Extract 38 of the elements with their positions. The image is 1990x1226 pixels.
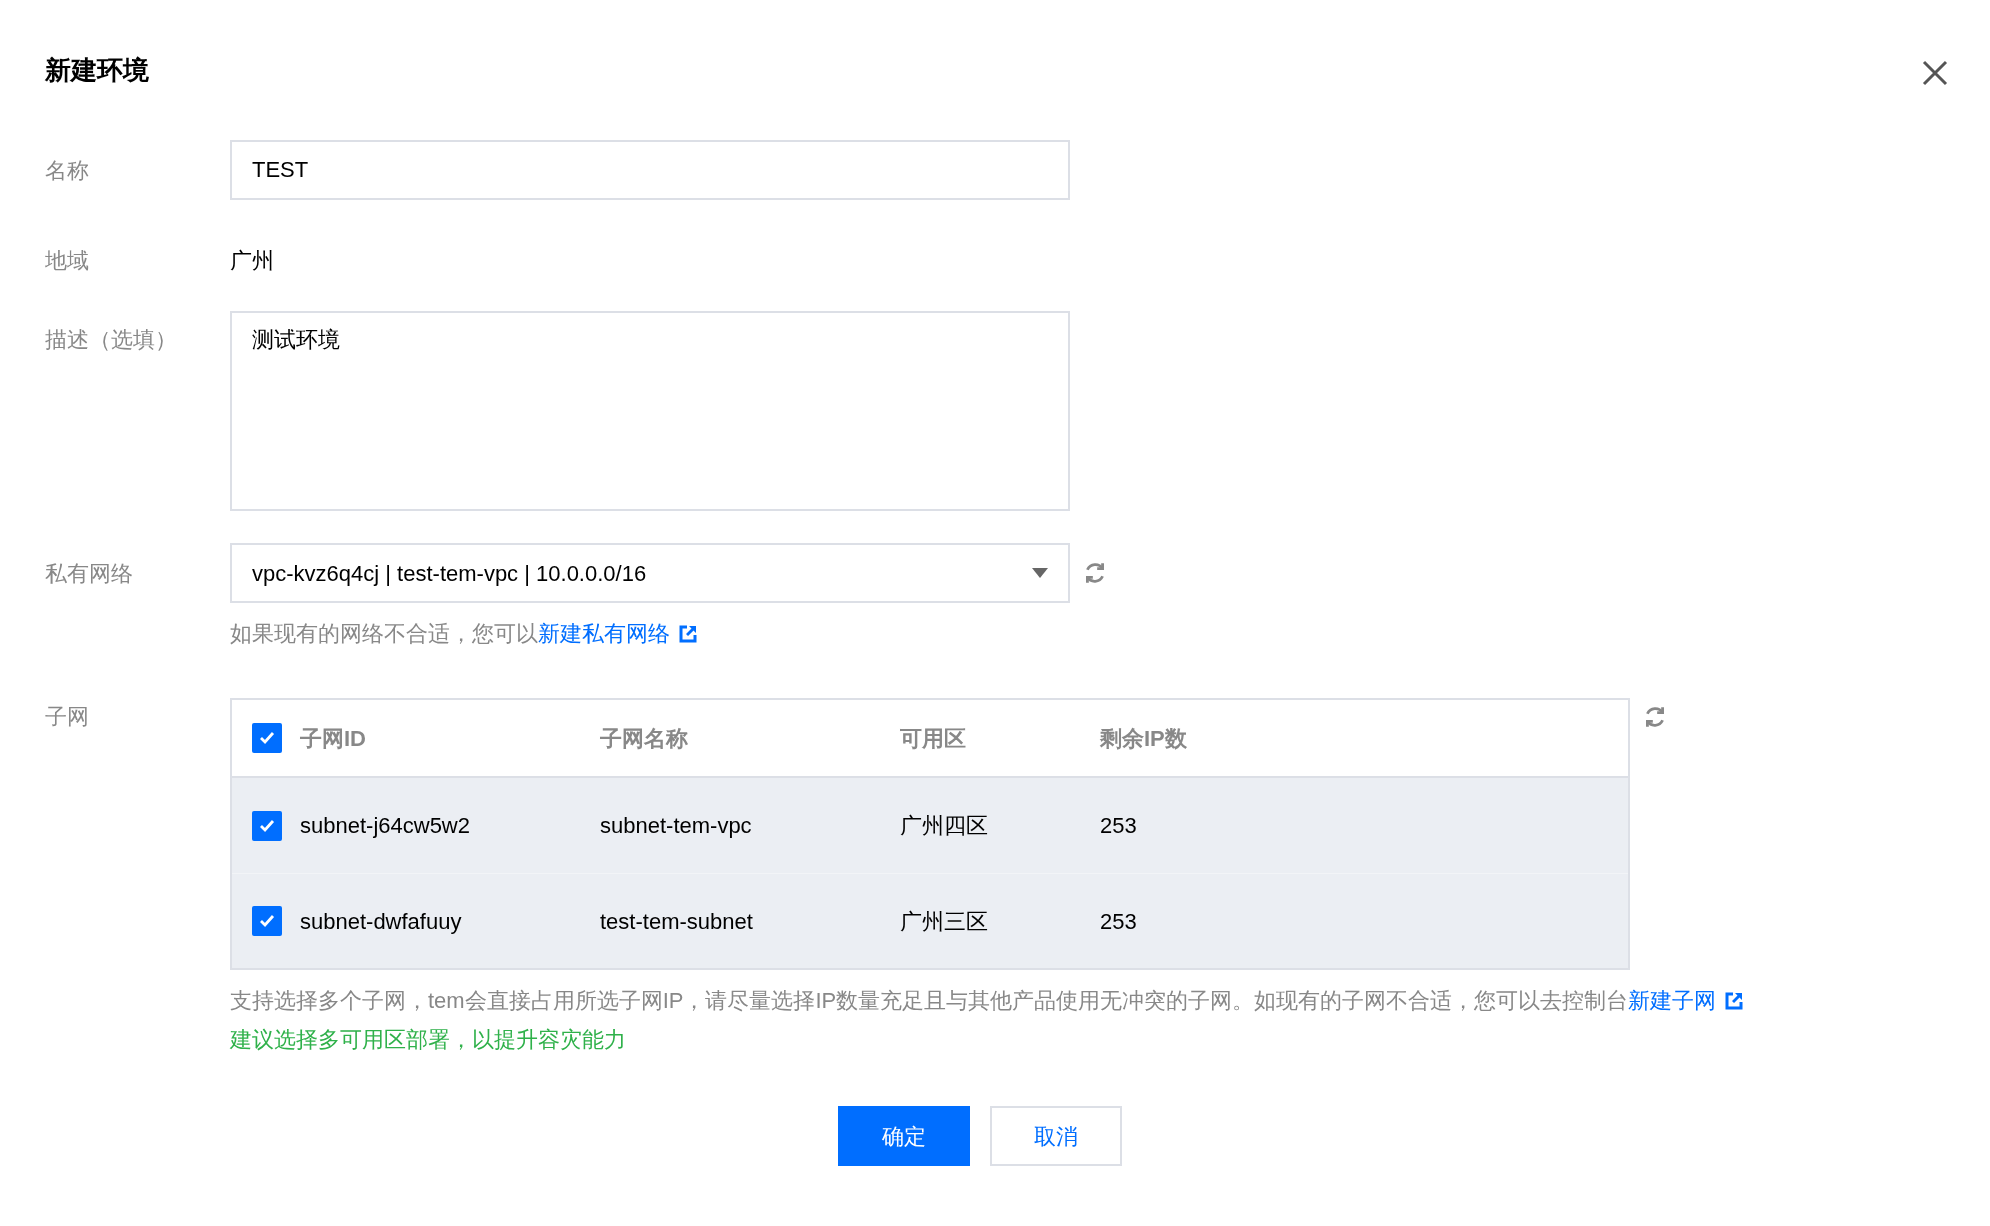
vpc-hint: 如果现有的网络不合适，您可以 [230,620,538,648]
column-header: 子网ID [300,724,367,753]
field-label: 名称 [45,156,90,185]
table-cell-text: subnet-tem-vpc [600,812,753,840]
close-button[interactable] [1920,58,1950,88]
description-textarea[interactable]: 测试环境 [230,311,1070,511]
table-cell-text: 253 [1100,907,1138,936]
column-header: 可用区 [900,724,967,753]
table-row[interactable]: subnet-dwfafuuy test-tem-subnet 广州三区 253 [232,873,1628,968]
checkbox[interactable] [252,723,282,753]
region-value: 广州 [230,247,274,275]
subnet-tip: 建议选择多可用区部署，以提升容灾能力 [230,1026,627,1054]
table-cell-text: 广州四区 [900,812,989,840]
external-link-icon[interactable] [1724,990,1745,1011]
confirm-button[interactable]: 确定 [838,1106,970,1166]
table-cell-text: subnet-j64cw5w2 [300,812,471,840]
checkbox[interactable] [252,906,282,936]
field-label: 子网 [45,703,90,731]
cancel-button[interactable]: 取消 [990,1106,1122,1166]
name-input[interactable]: TEST [230,140,1070,200]
field-label: 描述（选填） [45,326,178,354]
table-cell-text: 广州三区 [900,907,989,936]
external-link-icon[interactable] [678,623,698,644]
column-header: 子网名称 [600,724,689,753]
create-subnet-link[interactable]: 新建子网 [1628,984,1717,1017]
subnet-hint: 支持选择多个子网，tem会直接占用所选子网IP，请尽量选择IP数量充足且与其他产品使用无冲突的子网。如现有的子网不合适，您可以去控制台 [230,987,1629,1015]
checkbox[interactable] [252,810,282,841]
table-cell-text: test-tem-subnet [600,907,754,936]
create-vpc-link[interactable]: 新建私有网络 [538,617,670,650]
column-header: 剩余IP数 [1100,724,1188,753]
table-row[interactable]: subnet-j64cw5w2 subnet-tem-vpc 广州四区 253 [232,778,1628,873]
field-label: 私有网络 [45,559,134,588]
table-cell-text: 253 [1100,812,1138,840]
field-label: 地域 [45,247,90,275]
dialog-title: 新建环境 [45,54,149,87]
dropdown-caret-icon [1032,568,1048,578]
table-cell-text: subnet-dwfafuuy [300,907,463,936]
vpc-select[interactable]: vpc-kvz6q4cj | test-tem-vpc | 10.0.0.0/16 [230,543,1070,603]
